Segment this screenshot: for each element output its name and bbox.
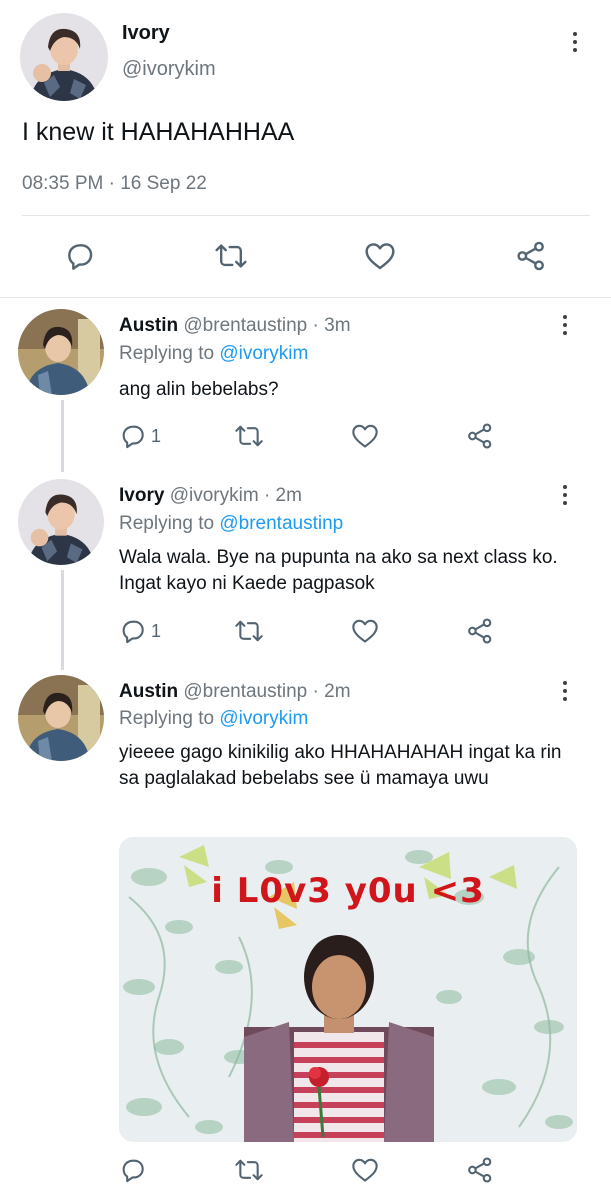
- replying-label: Replying to: [119, 513, 220, 534]
- avatar[interactable]: [20, 13, 108, 101]
- retweet-icon[interactable]: [214, 240, 248, 272]
- retweet-icon[interactable]: [234, 1156, 264, 1184]
- tweet-text: Wala wala. Bye na pupunta na ako sa next…: [119, 547, 558, 594]
- replying-label: Replying to: [119, 343, 220, 364]
- like-icon[interactable]: [351, 423, 379, 449]
- like-icon[interactable]: [364, 241, 396, 271]
- reply-count: 1: [151, 620, 162, 641]
- share-icon[interactable]: [466, 617, 494, 645]
- user-handle[interactable]: @ivorykim: [122, 58, 216, 81]
- share-icon[interactable]: [466, 1156, 494, 1184]
- tweet-timestamp[interactable]: 08:35 PM · 16 Sep 22: [22, 173, 207, 195]
- replying-to-link[interactable]: @ivorykim: [219, 343, 308, 364]
- tweet-media-image[interactable]: i L0v3 y0u <3: [119, 837, 577, 1142]
- reply-icon[interactable]: [64, 240, 96, 272]
- tweet-text: ang alin bebelabs?: [119, 379, 279, 400]
- thread-line: [61, 400, 64, 472]
- more-options-icon[interactable]: [555, 677, 575, 705]
- user-handle[interactable]: @brentaustinp: [183, 315, 307, 336]
- user-handle[interactable]: @brentaustinp: [183, 681, 307, 702]
- reply-count: 1: [151, 425, 162, 446]
- display-name[interactable]: Ivory: [119, 485, 164, 506]
- more-options-icon[interactable]: [555, 481, 575, 509]
- tweet-time[interactable]: · 2m: [313, 681, 351, 702]
- share-icon[interactable]: [515, 240, 547, 272]
- reply-button[interactable]: 1: [119, 422, 161, 450]
- display-name[interactable]: Austin: [119, 315, 178, 336]
- replying-to-link[interactable]: @brentaustinp: [219, 513, 343, 534]
- tweet-text: I knew it HAHAHAHHAA: [22, 118, 295, 146]
- divider: [0, 297, 611, 298]
- replying-label: Replying to: [119, 708, 220, 729]
- retweet-icon[interactable]: [234, 617, 264, 645]
- avatar[interactable]: [18, 309, 104, 395]
- retweet-icon[interactable]: [234, 422, 264, 450]
- like-icon[interactable]: [351, 1157, 379, 1183]
- tweet-time[interactable]: · 3m: [313, 315, 351, 336]
- reply-icon[interactable]: [119, 1156, 147, 1184]
- display-name[interactable]: Austin: [119, 681, 178, 702]
- reply-icon: [122, 620, 144, 644]
- more-options-icon[interactable]: [555, 311, 575, 339]
- tweet-text: yieeee gago kinikilig ako HHAHAHAHAH ing…: [119, 742, 562, 789]
- thread-line: [61, 570, 64, 670]
- reply-button[interactable]: 1: [119, 617, 161, 645]
- more-options-icon[interactable]: [565, 28, 585, 56]
- user-handle[interactable]: @ivorykim: [170, 485, 259, 506]
- display-name[interactable]: Ivory: [122, 22, 170, 45]
- tweet-time[interactable]: · 2m: [264, 485, 302, 506]
- like-icon[interactable]: [351, 618, 379, 644]
- image-caption: i L0v3 y0u <3: [211, 871, 485, 911]
- share-icon[interactable]: [466, 422, 494, 450]
- divider: [22, 215, 590, 216]
- avatar[interactable]: [18, 675, 104, 761]
- reply-icon: [122, 425, 144, 449]
- avatar[interactable]: [18, 479, 104, 565]
- replying-to-link[interactable]: @ivorykim: [219, 708, 308, 729]
